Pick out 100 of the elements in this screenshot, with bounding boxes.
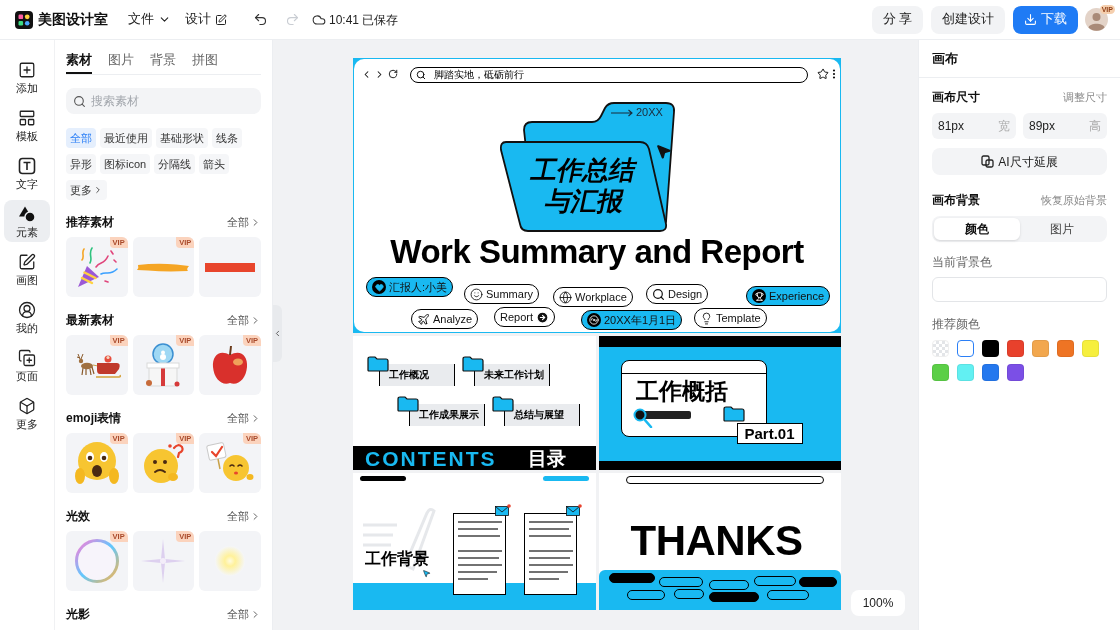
slide[interactable]: 工作概括 Part.01 [598, 336, 841, 470]
stripe-icon [205, 262, 256, 272]
filter-chip[interactable]: 线条 [212, 128, 242, 148]
menu-button[interactable]: 设计 [185, 10, 227, 29]
swatch-icon[interactable] [957, 340, 974, 357]
panel-tab[interactable]: 图片 [108, 48, 134, 74]
contents-heading-cn: 目录 [527, 448, 566, 468]
panel-tab[interactable]: 拼图 [192, 48, 218, 74]
download-button[interactable]: 下载 [1013, 5, 1078, 34]
folder-icon [367, 356, 389, 372]
slide[interactable]: 脚踏实地，砥砺前行 20XX 工作总结 与汇报 Work Summary and Report 汇报人:小美 Summary Workplace Design Experience Analyze Report 20XX年1月1日 Template [353, 58, 841, 333]
section-title: 最新素材 [66, 312, 114, 329]
chevron-right-icon [250, 608, 261, 620]
filter-chip[interactable]: 基础形状 [156, 128, 208, 148]
contents-item-title: 工作成果展示 [419, 410, 479, 420]
keyword-tag: Summary [464, 284, 540, 304]
filter-chip[interactable]: 最近使用 [100, 128, 152, 148]
filter-chip[interactable]: 分隔线 [154, 154, 196, 174]
chevron-right-icon [250, 314, 261, 326]
chevron-right-icon [250, 510, 261, 522]
chevron-right-icon [93, 185, 103, 195]
redo-icon [285, 12, 300, 27]
sidebar-item[interactable]: 更多 [4, 392, 50, 434]
tag-shape [766, 590, 809, 600]
mode-tab[interactable]: 图片 [1019, 218, 1105, 240]
see-all-link[interactable]: 全部 [227, 213, 261, 231]
keyword-tag: Design [646, 284, 709, 304]
see-all-link[interactable]: 全部 [227, 311, 261, 329]
edit-icon [215, 13, 227, 26]
slide[interactable]: 工作背景 [353, 473, 596, 610]
keyword-tag: 20XX年1月1日 [581, 310, 683, 330]
background-color-field[interactable] [932, 277, 1107, 302]
sidebar-item[interactable]: 添加 [4, 56, 50, 98]
filter-chip[interactable]: 图标icon [100, 154, 151, 174]
bubble-icon [73, 538, 120, 584]
zoom-level-button[interactable]: 100% [851, 590, 905, 616]
filter-chip[interactable]: 异形 [66, 154, 96, 174]
unit-label: 高 [1089, 119, 1101, 133]
panel-tab[interactable]: 素材 [66, 48, 92, 74]
magnifier-icon [652, 287, 665, 301]
see-all-link[interactable]: 全部 [227, 507, 261, 525]
slide[interactable]: THANKS [598, 473, 841, 610]
see-all-link[interactable]: 全部 [227, 605, 261, 623]
action-button[interactable]: 创建设计 [931, 5, 1005, 34]
filter-chip[interactable]: 全部 [66, 128, 96, 148]
resize-link[interactable]: 调整尺寸 [1063, 88, 1107, 106]
slide-title: 工作背景 [365, 551, 429, 567]
search-icon [416, 70, 426, 80]
add-icon [18, 60, 36, 79]
keyword-tag: 汇报人:小美 [366, 277, 454, 297]
tag-shape [608, 573, 655, 583]
slide-heading: THANKS [630, 520, 803, 562]
slide-title: 与汇报 [543, 188, 627, 214]
slide[interactable]: 工作概况 未来工作计划 工作成果展示 总结与展望 CONTENTS 目录 [353, 336, 596, 470]
app-name: 美图设计室 [38, 10, 108, 29]
undo-button[interactable] [253, 12, 268, 27]
keyword-tag: Report [494, 307, 556, 327]
see-all-link[interactable]: 全部 [227, 409, 261, 427]
sidebar-item[interactable]: 页面 [4, 344, 50, 386]
envelope-icon [566, 504, 582, 516]
arrow-circle-icon [536, 310, 550, 324]
filter-chip[interactable]: 箭头 [199, 154, 230, 174]
plane-icon [417, 312, 430, 326]
material-tile[interactable] [199, 237, 261, 297]
page-add-icon [18, 348, 36, 367]
sidebar-item[interactable]: 文字 [4, 152, 50, 194]
search-field[interactable]: 搜索素材 [66, 88, 261, 114]
user-icon [18, 300, 36, 319]
sidebar-item[interactable]: 画图 [4, 248, 50, 290]
folder-icon [397, 396, 419, 412]
folder-icon [462, 356, 484, 372]
folder-tab-label: 20XX [636, 107, 663, 118]
transparent-swatch-icon[interactable] [932, 340, 949, 357]
contents-heading: CONTENTS [365, 447, 497, 469]
sidebar-item[interactable]: 模板 [4, 104, 50, 146]
envelope-icon [495, 504, 511, 516]
ai-extend-button[interactable]: AI尺寸延展 [932, 148, 1107, 175]
tag-shape [626, 590, 665, 600]
mode-tab[interactable]: 颜色 [934, 218, 1020, 240]
tag-shape [543, 476, 589, 481]
resize-icon [981, 155, 995, 168]
folder-icon [492, 396, 514, 412]
keyword-tag: Analyze [411, 309, 479, 329]
menu-button[interactable]: 文件 [128, 10, 171, 29]
cloud-icon [312, 12, 326, 27]
cursor-icon [422, 569, 431, 578]
action-button[interactable]: 分 享 [871, 5, 923, 34]
globe-icon [559, 290, 572, 304]
sidebar-item[interactable]: 我的 [4, 296, 50, 338]
reset-background-link[interactable]: 恢复原始背景 [1041, 191, 1107, 209]
text-icon [18, 156, 36, 175]
part-label: Part.01 [736, 423, 803, 444]
sidebar-item[interactable]: 元素 [4, 200, 50, 242]
chevron-right-icon [250, 216, 261, 228]
edit-icon [18, 252, 36, 271]
more-filters-button[interactable]: 更多 [66, 180, 107, 200]
material-tile[interactable] [199, 531, 261, 591]
panel-tab[interactable]: 背景 [150, 48, 176, 74]
tag-shape [708, 592, 759, 602]
section-title: 推荐素材 [66, 214, 114, 231]
